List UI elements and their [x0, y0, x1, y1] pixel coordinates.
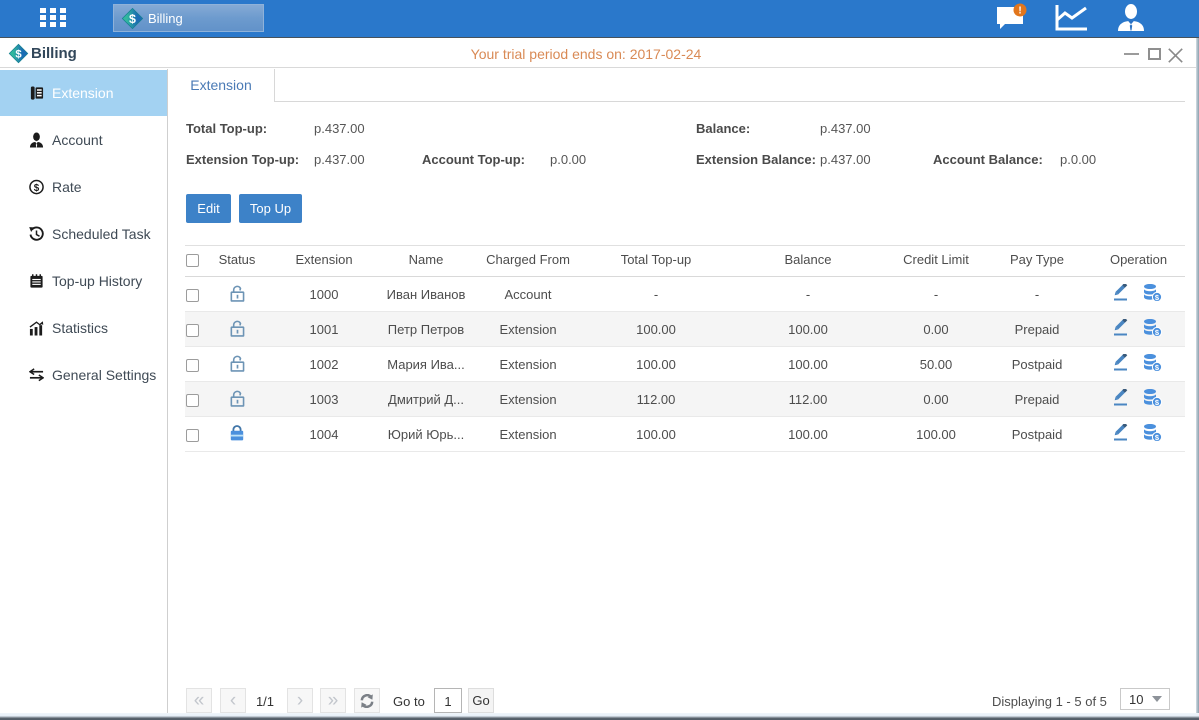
- svg-text:$: $: [34, 183, 40, 194]
- svg-text:!: !: [1018, 6, 1021, 17]
- svg-text:$: $: [129, 11, 136, 25]
